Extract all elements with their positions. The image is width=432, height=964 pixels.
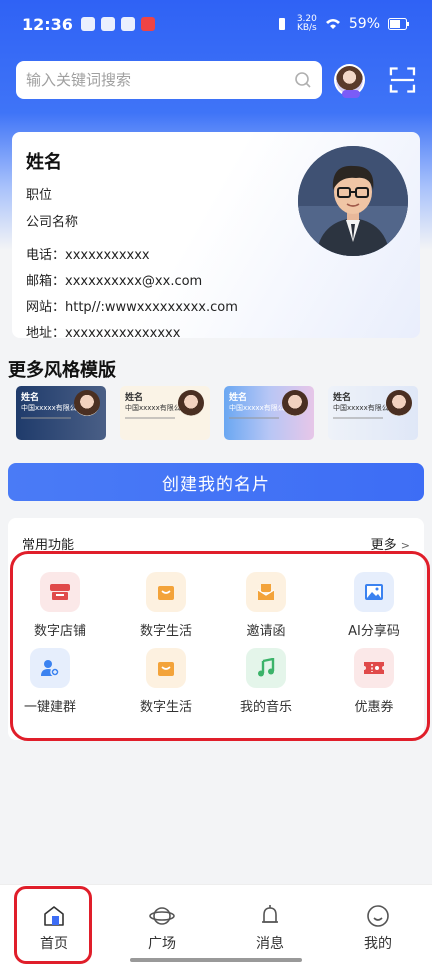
tab-plaza[interactable]: 广场 (108, 885, 216, 964)
shopping-bag-icon (146, 572, 186, 612)
net-speed: 3.20 KB/s (296, 14, 317, 33)
battery-icon (388, 18, 409, 30)
template-avatar (386, 390, 412, 416)
card-website: 网站：http//:wwwxxxxxxxxx.com (26, 300, 238, 315)
app-icon (140, 17, 155, 31)
chevron-right-icon: > (400, 539, 410, 552)
home-icon (44, 906, 64, 926)
function-item-invitation[interactable]: 邀请函 (216, 572, 316, 644)
music-icon (246, 648, 286, 688)
wifi-icon (325, 19, 340, 29)
user-avatar[interactable] (334, 64, 366, 98)
functions-grid: 数字店铺 数字生活 邀请函 AI分享码 一键建群 数字生活 我的音乐 优惠券 (8, 568, 424, 738)
template-card[interactable]: 姓名 中国xxxxx有限公司 (224, 386, 314, 440)
functions-title: 常用功能 (22, 538, 75, 553)
vip-badge (342, 90, 361, 98)
tab-messages[interactable]: 消息 (216, 885, 324, 964)
search-box[interactable] (16, 61, 323, 99)
planet-icon (149, 907, 175, 925)
function-item-digital-store[interactable]: 数字店铺 (10, 572, 110, 644)
bell-icon (262, 905, 278, 923)
search-icon[interactable] (294, 71, 312, 89)
card-contact-info: 电话：xxxxxxxxxxx 邮箱：xxxxxxxxxx@xx.com 网站：h… (26, 244, 406, 341)
template-card[interactable]: 姓名 中国xxxxx有限公司 (120, 386, 210, 440)
tab-home[interactable]: 首页 (0, 885, 108, 964)
store-icon (40, 572, 80, 612)
function-item-digital-life[interactable]: 数字生活 (116, 572, 216, 644)
home-indicator[interactable] (130, 958, 302, 962)
vibrate-icon (278, 18, 285, 30)
search-row (16, 60, 416, 100)
card-avatar-photo (298, 146, 408, 256)
template-list: 姓名 中国xxxxx有限公司 姓名 中国xxxxx有限公司 姓名 中国xxxxx… (16, 386, 418, 440)
search-input[interactable] (26, 71, 295, 89)
group-icon (30, 648, 70, 688)
app-icon (100, 17, 115, 31)
card-email: 邮箱：xxxxxxxxxx@xx.com (26, 274, 203, 289)
functions-more-link[interactable]: 更多 > (371, 534, 410, 553)
scan-icon[interactable] (389, 66, 416, 94)
function-item-create-group[interactable]: 一键建群 (0, 648, 100, 720)
template-card[interactable]: 姓名 中国xxxxx有限公司 (328, 386, 418, 440)
profile-icon (367, 905, 389, 927)
function-item-my-music[interactable]: 我的音乐 (216, 648, 316, 720)
image-icon (354, 572, 394, 612)
status-bar: 12:36 3.20 KB/s 59% (0, 0, 432, 48)
business-card[interactable]: 姓名 职位 公司名称 电话：xxxxxxxxxxx 邮箱：xxxxxxxxxx@… (12, 132, 420, 341)
shopping-bag-icon (146, 648, 186, 688)
cloud-icon (80, 17, 95, 31)
create-card-button[interactable]: 创建我的名片 (8, 463, 424, 501)
template-avatar (74, 390, 100, 416)
bottom-tab-bar: 首页 广场 消息 我的 (0, 884, 432, 964)
function-item-coupon[interactable]: 优惠券 (324, 648, 424, 720)
battery-level: 59% (348, 16, 380, 32)
function-item-ai-share-code[interactable]: AI分享码 (324, 572, 424, 644)
function-item-digital-life-2[interactable]: 数字生活 (116, 648, 216, 720)
status-time: 12:36 (22, 14, 73, 34)
templates-section-title: 更多风格模版 (8, 360, 116, 381)
template-avatar (282, 390, 308, 416)
app-icon (120, 17, 135, 31)
template-avatar (178, 390, 204, 416)
card-address: 地址：xxxxxxxxxxxxxxx (26, 326, 181, 341)
template-card[interactable]: 姓名 中国xxxxx有限公司 (16, 386, 106, 440)
avatar-illustration (298, 146, 408, 256)
notification-icons (80, 17, 155, 31)
coupon-icon (354, 648, 394, 688)
common-functions-panel: 常用功能 更多 > 数字店铺 数字生活 邀请函 AI分享码 一键建群 数字生活 … (8, 518, 424, 740)
invitation-icon (246, 572, 286, 612)
tab-profile[interactable]: 我的 (324, 885, 432, 964)
status-right: 3.20 KB/s 59% (275, 15, 410, 33)
